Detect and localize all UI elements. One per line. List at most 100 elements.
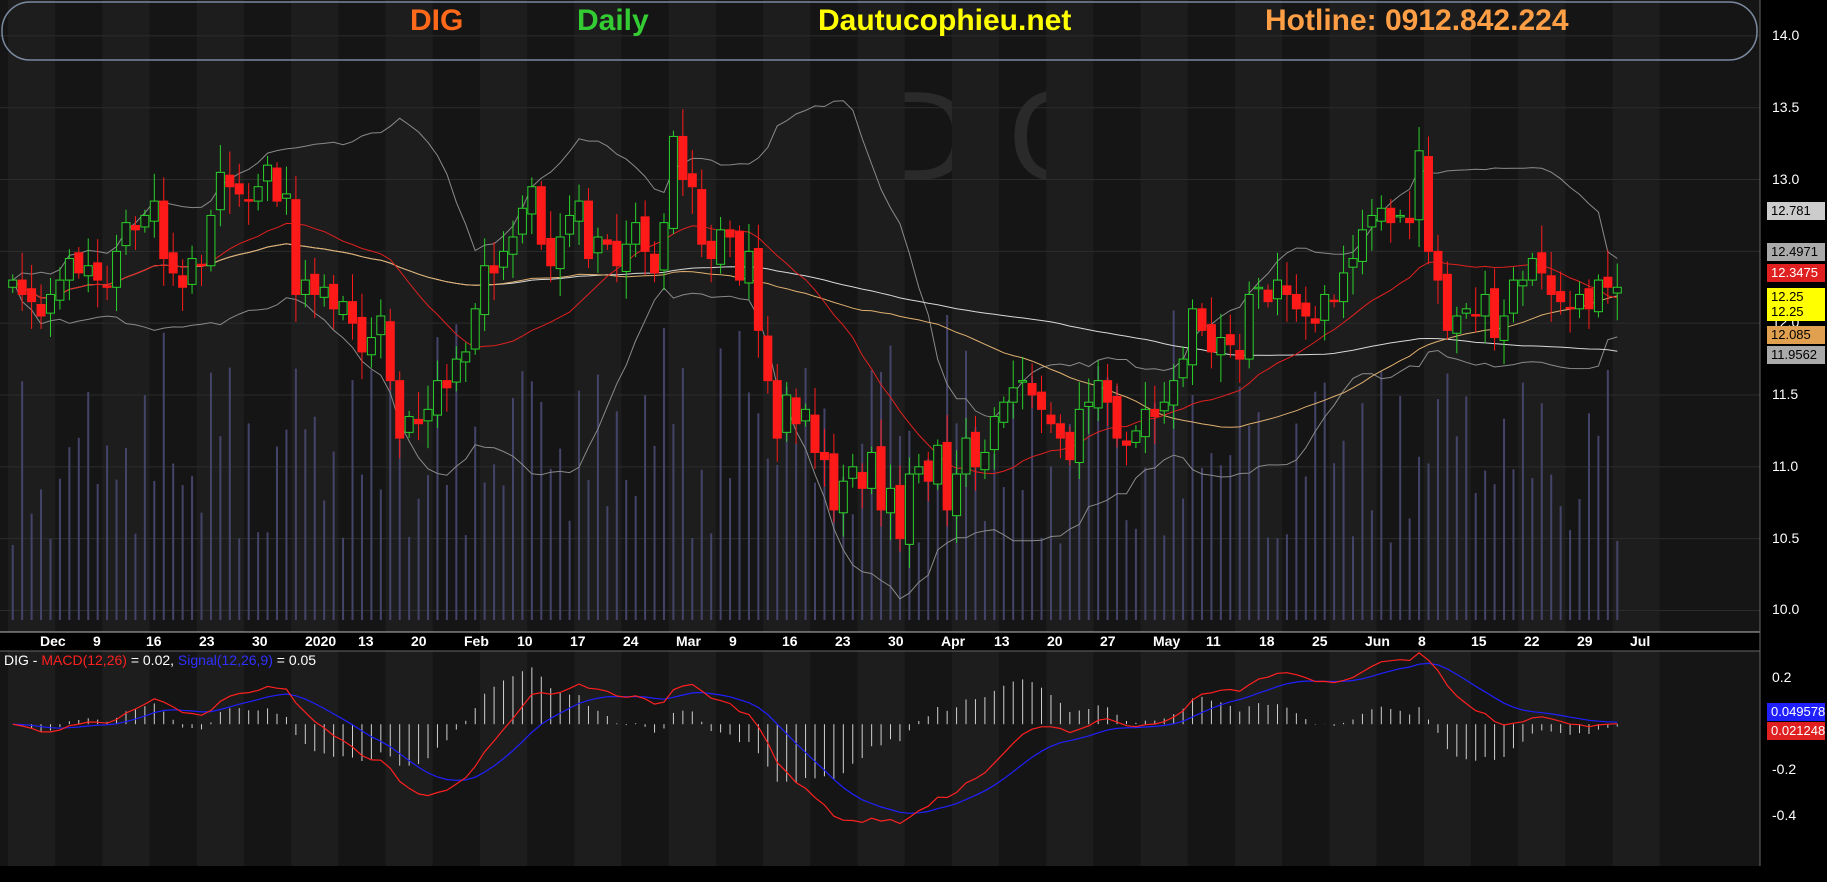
candle-body	[1235, 349, 1245, 360]
candle-body	[489, 265, 499, 274]
candle-body	[706, 240, 716, 260]
candle-body	[621, 243, 631, 272]
volume-bar	[1521, 382, 1524, 620]
candle-body	[1593, 279, 1603, 313]
volume-bar	[115, 479, 118, 620]
candle-body	[45, 293, 55, 314]
candle-body	[725, 229, 735, 238]
volume-bar	[379, 489, 382, 620]
candle-body	[159, 200, 169, 260]
candle-body	[933, 444, 943, 485]
candle-body	[1386, 207, 1396, 224]
volume-bar	[200, 512, 203, 620]
volume-bar	[729, 478, 732, 620]
price-tick-label: 10.0	[1772, 601, 1800, 618]
volume-bar	[795, 443, 798, 620]
candle-body	[1575, 293, 1585, 310]
x-tick-label: 15	[1471, 633, 1487, 649]
candle-body	[1037, 391, 1047, 410]
x-tick-label: 16	[782, 633, 798, 649]
candle-body	[1414, 150, 1424, 221]
candle-body	[263, 164, 273, 182]
volume-bar	[143, 395, 146, 620]
candle-body	[536, 186, 546, 245]
grid-stripe	[1329, 651, 1377, 866]
volume-bar	[1210, 453, 1213, 620]
candle-body	[508, 236, 518, 255]
candle-body	[225, 174, 235, 188]
x-tick-label: 13	[994, 633, 1010, 649]
volume-bar	[1474, 492, 1477, 620]
candle-body	[659, 222, 669, 271]
volume-bar	[370, 369, 373, 620]
candle-body	[1461, 308, 1471, 314]
candle-body	[1263, 289, 1273, 303]
volume-bar	[304, 429, 307, 620]
candle-body	[64, 258, 74, 281]
volume-bar	[1002, 487, 1005, 620]
volume-bar	[1465, 396, 1468, 620]
volume-bar	[1200, 467, 1203, 620]
candle-body	[1508, 279, 1518, 314]
volume-bar	[11, 545, 14, 620]
candle-body	[112, 250, 122, 288]
x-tick-label: Dec	[40, 633, 66, 649]
candle-body	[206, 214, 216, 267]
volume-bar	[1352, 536, 1354, 620]
volume-bar	[1370, 510, 1373, 620]
candle-body	[848, 466, 858, 479]
volume-bar	[1295, 423, 1298, 620]
volume-bar	[549, 468, 552, 620]
volume-bar	[228, 367, 231, 620]
volume-bar	[106, 445, 109, 620]
candle-body	[1225, 334, 1235, 346]
candle-body	[999, 401, 1009, 423]
candle-body	[1490, 288, 1500, 339]
price-tick-label: 13.5	[1772, 98, 1800, 115]
candle-body	[451, 358, 461, 383]
grid-stripe	[1612, 0, 1660, 632]
volume-bar	[266, 532, 269, 620]
candle-body	[583, 200, 593, 260]
candle-body	[102, 285, 112, 288]
last-price-badge: 12.25	[1767, 302, 1825, 321]
volume-bar	[21, 381, 24, 620]
candle-body	[555, 236, 565, 270]
x-tick-label: Apr	[941, 633, 966, 649]
volume-bar	[606, 506, 609, 620]
candle-body	[376, 315, 386, 336]
volume-bar	[1219, 465, 1222, 620]
volume-bar	[1163, 535, 1166, 620]
volume-bar	[398, 440, 401, 620]
candle-body	[234, 183, 244, 195]
volume-bar	[814, 482, 816, 620]
volume-bar	[530, 381, 533, 620]
candle-body	[716, 229, 726, 265]
candle-body	[980, 451, 990, 471]
candle-body	[149, 200, 159, 222]
candle-body	[942, 441, 952, 511]
volume-bar	[1436, 399, 1439, 620]
volume-bar	[1314, 391, 1317, 620]
volume-bar	[1550, 474, 1553, 620]
x-tick-label: 9	[729, 633, 737, 649]
volume-bar	[993, 453, 996, 620]
volume-bar	[77, 437, 80, 620]
candle-body	[1452, 315, 1462, 334]
volume-bar	[1380, 371, 1383, 620]
candle-body	[1310, 318, 1320, 324]
volume-bar	[870, 370, 873, 620]
volume-bar	[276, 446, 278, 620]
volume-bar	[1399, 395, 1402, 620]
volume-bar	[153, 480, 156, 620]
volume-bar	[483, 482, 486, 620]
macd-tick-label: 0.2	[1772, 669, 1792, 686]
volume-bar	[1540, 403, 1543, 620]
volume-bar	[1267, 537, 1270, 620]
candle-body	[744, 250, 754, 284]
price-tick-label: 10.5	[1772, 529, 1800, 546]
header-site[interactable]: Dautucophieu.net	[818, 4, 1071, 38]
candle-body	[187, 258, 197, 285]
candle-body	[1027, 383, 1037, 396]
candle-body	[432, 380, 442, 416]
